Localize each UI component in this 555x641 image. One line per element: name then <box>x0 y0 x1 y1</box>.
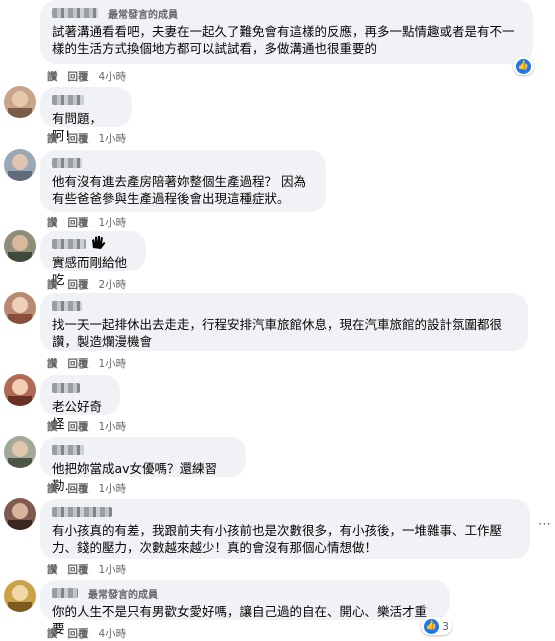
waving-hand-icon <box>92 236 106 249</box>
timestamp[interactable]: 2小時 <box>99 277 127 292</box>
avatar[interactable] <box>4 498 36 530</box>
like-button[interactable]: 讚 <box>47 131 58 146</box>
commenter-name[interactable] <box>52 158 82 168</box>
avatar[interactable] <box>4 149 36 181</box>
like-button[interactable]: 讚 <box>47 481 58 496</box>
like-button[interactable]: 讚 <box>47 277 58 292</box>
comment-text: 有小孩真的有差，我跟前夫有小孩前也是次數很多，有小孩後，一堆雜事、工作壓力、錢的… <box>52 523 503 555</box>
comment-actions: 讚 回覆 1小時 <box>47 356 126 371</box>
commenter-name[interactable] <box>52 445 84 455</box>
top-fan-badge: 最常發言的成員 <box>108 9 178 21</box>
comment-actions: 讚 回覆 1小時 <box>47 562 126 577</box>
comment-text: 他有沒有進去產房陪著妳整個生產過程？ 因為有些爸爸參與生產過程後會出現這種症狀。 <box>52 174 306 206</box>
commenter-name[interactable] <box>52 8 98 18</box>
comment-bubble: 老公好奇怪 <box>40 375 120 431</box>
thumbs-up-icon: 👍 <box>424 618 439 634</box>
comment-bubble: 他有沒有進去產房陪著妳整個生產過程？ 因為有些爸爸參與生產過程後會出現這種症狀。 <box>40 150 326 212</box>
comment-actions: 讚 回覆 1小時 <box>47 215 126 230</box>
commenter-name[interactable] <box>52 301 82 311</box>
comment-actions: 讚 回覆 2小時 <box>47 277 126 292</box>
timestamp[interactable]: 1小時 <box>99 419 127 434</box>
commenter-name[interactable] <box>52 95 84 105</box>
avatar[interactable] <box>4 230 36 262</box>
comment-bubble: 有問題，阿！ <box>40 87 132 143</box>
comment-bubble: 最常發言的成員 你的人生不是只有男歡女愛好嗎，讓自己過的自在、開心、樂活才重要 <box>40 580 450 636</box>
avatar[interactable] <box>4 374 36 406</box>
reply-button[interactable]: 回覆 <box>68 131 89 146</box>
comment-bubble: 最常發言的成員 試著溝通看看吧，夫妻在一起久了難免會有這樣的反應，再多一點情趣或… <box>40 0 533 64</box>
comment-bubble: 找一天一起排休出去走走，行程安排汽車旅館休息，現在汽車旅館的設計氛圍都很讚，製造… <box>40 293 528 351</box>
comment-bubble: 他把妳當成av女優嗎？還練習勒… <box>40 437 246 493</box>
more-options-icon[interactable]: ⋯ <box>538 518 551 532</box>
comment-actions: 讚 回覆 1小時 <box>47 481 126 496</box>
reaction-count[interactable]: 👍 3 <box>421 617 452 635</box>
reply-button[interactable]: 回覆 <box>68 69 89 84</box>
timestamp[interactable]: 1小時 <box>99 131 127 146</box>
like-button[interactable]: 讚 <box>47 356 58 371</box>
like-button[interactable]: 讚 <box>47 215 58 230</box>
comment-actions: 讚 回覆 4小時 <box>47 69 126 84</box>
reply-button[interactable]: 回覆 <box>68 215 89 230</box>
like-button[interactable]: 讚 <box>47 419 58 434</box>
comment-actions: 讚 回覆 4小時 <box>47 626 126 641</box>
avatar[interactable] <box>4 86 36 118</box>
timestamp[interactable]: 4小時 <box>99 626 127 641</box>
comment-bubble: 有小孩真的有差，我跟前夫有小孩前也是次數很多，有小孩後，一堆雜事、工作壓力、錢的… <box>40 499 530 559</box>
reaction-number: 3 <box>442 619 449 633</box>
comment-text: 找一天一起排休出去走走，行程安排汽車旅館休息，現在汽車旅館的設計氛圍都很讚，製造… <box>52 317 503 349</box>
timestamp[interactable]: 1小時 <box>99 356 127 371</box>
like-button[interactable]: 讚 <box>47 562 58 577</box>
like-button[interactable]: 讚 <box>47 626 58 641</box>
comment-actions: 讚 回覆 1小時 <box>47 419 126 434</box>
top-fan-badge: 最常發言的成員 <box>88 589 158 601</box>
timestamp[interactable]: 1小時 <box>99 481 127 496</box>
timestamp[interactable]: 4小時 <box>99 69 127 84</box>
reply-button[interactable]: 回覆 <box>68 277 89 292</box>
avatar[interactable] <box>4 292 36 324</box>
reaction-count[interactable]: 👍 <box>513 57 534 75</box>
reply-button[interactable]: 回覆 <box>68 419 89 434</box>
commenter-name[interactable] <box>52 239 86 249</box>
comment-actions: 讚 回覆 1小時 <box>47 131 126 146</box>
reply-button[interactable]: 回覆 <box>68 356 89 371</box>
avatar[interactable] <box>4 436 36 468</box>
commenter-name[interactable] <box>52 383 80 393</box>
avatar[interactable] <box>4 580 36 612</box>
thumbs-up-icon: 👍 <box>516 58 531 74</box>
commenter-name[interactable] <box>52 507 112 517</box>
timestamp[interactable]: 1小時 <box>99 215 127 230</box>
like-button[interactable]: 讚 <box>47 69 58 84</box>
timestamp[interactable]: 1小時 <box>99 562 127 577</box>
reply-button[interactable]: 回覆 <box>68 481 89 496</box>
reply-button[interactable]: 回覆 <box>68 562 89 577</box>
commenter-name[interactable] <box>52 588 78 598</box>
comment-text: 試著溝通看看吧，夫妻在一起久了難免會有這樣的反應，再多一點情趣或者是有不一樣的生… <box>52 24 515 56</box>
reply-button[interactable]: 回覆 <box>68 626 89 641</box>
